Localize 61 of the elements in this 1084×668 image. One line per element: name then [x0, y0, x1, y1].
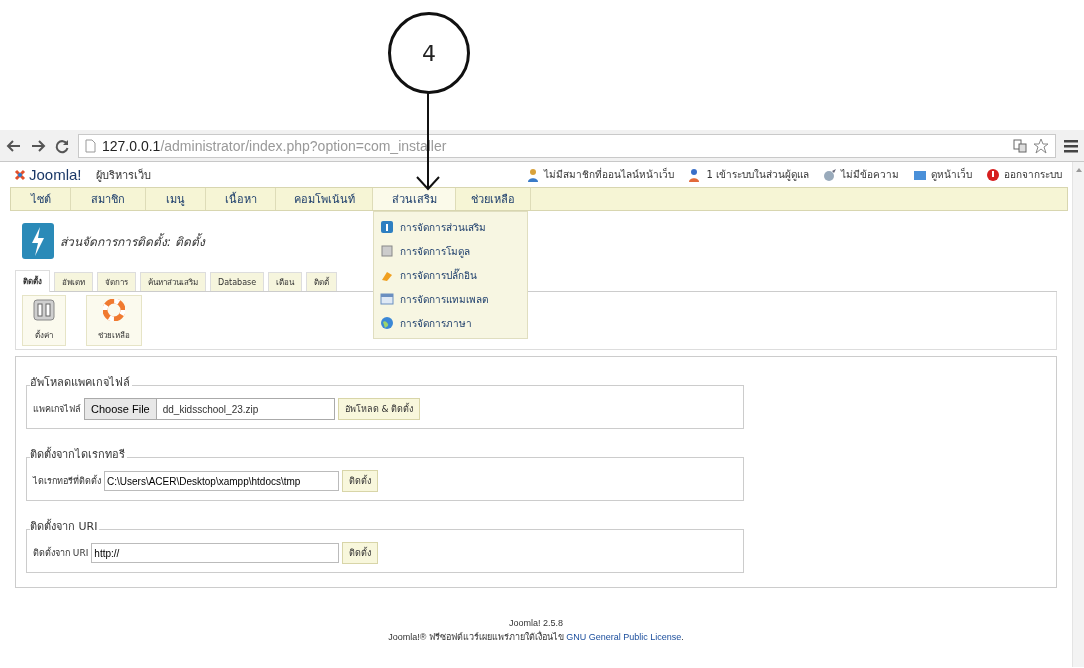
file-field[interactable]: Choose File dd_kidsschool_23.zip	[84, 398, 335, 420]
toolbar-button[interactable]: ช่วยเหลือ	[86, 295, 142, 346]
star-icon[interactable]	[1033, 137, 1049, 154]
options-icon	[33, 299, 55, 321]
menu-item[interactable]: ช่วยเหลือ	[456, 188, 531, 210]
tab[interactable]: อัพเดท	[54, 272, 93, 291]
menu-item[interactable]: เมนู	[146, 188, 206, 210]
menu-item[interactable]: สมาชิก	[71, 188, 146, 210]
status-text[interactable]: ออกจากระบบ	[1004, 167, 1062, 182]
choose-file-button[interactable]: Choose File	[85, 399, 157, 419]
site-title: ผู้บริหารเว็บ	[95, 167, 151, 184]
forward-icon[interactable]	[30, 137, 46, 154]
license-text: Joomla!® ฟรีซอฟต์แวร์เผยแพร่ภายใต้เงื่อนไข GNU General Public License.	[388, 630, 684, 644]
input-field[interactable]: C:\Users\ACER\Desktop\xampp\htdocs\tmp	[104, 471, 339, 491]
status-text: ไม่มีข้อความ	[841, 168, 899, 182]
field-label: ติดตั้งจาก URI	[33, 546, 89, 560]
tab[interactable]: Database	[210, 272, 265, 291]
menu-item[interactable]: เนื้อหา	[206, 188, 276, 210]
lifebuoy-icon	[103, 299, 125, 321]
back-icon[interactable]	[6, 137, 22, 154]
reload-icon[interactable]	[54, 137, 70, 154]
tab[interactable]: ติดตั้ง	[15, 270, 50, 292]
globe-icon	[380, 316, 394, 330]
field-label: แพคเกจไฟล์	[33, 403, 81, 416]
logout-icon[interactable]	[986, 167, 1000, 182]
page-icon	[85, 138, 96, 153]
field-label: ไดเรกทอรีที่ติดตั้ง	[33, 474, 101, 488]
page-title: ส่วนจัดการการติดตั้ง: ติดตั้ง	[60, 232, 205, 251]
dropdown-item[interactable]: การจัดการปลั๊กอิน	[400, 267, 477, 283]
translate-icon[interactable]	[1013, 138, 1027, 153]
tab[interactable]: จัดการ	[97, 272, 136, 291]
step-number: 4	[388, 12, 470, 94]
menu-icon[interactable]	[1064, 138, 1078, 153]
status-text: ไม่มีสมาชิกที่ออนไลน์หน้าเว็บ	[544, 167, 675, 182]
status-text: 1 เข้าระบบในส่วนผู้ดูแล	[706, 168, 809, 182]
menu-item[interactable]: ไซต์	[11, 188, 71, 210]
input-field[interactable]: http://	[91, 543, 340, 563]
dropdown-item[interactable]: การจัดการภาษา	[400, 315, 472, 331]
dropdown-item[interactable]: การจัดการโมดูล	[400, 243, 470, 259]
module-icon	[380, 244, 394, 258]
install-button[interactable]: ติดตั้ง	[342, 470, 378, 492]
tab[interactable]: ติดตั้	[306, 272, 338, 291]
install-button[interactable]: ติดตั้ง	[342, 542, 379, 564]
logo-text: Joomla!	[29, 166, 82, 183]
tab[interactable]: เตือน	[268, 272, 303, 291]
install-button[interactable]: อัพโหลด & ติดตั้ง	[337, 398, 421, 420]
tab[interactable]: ค้นหาส่วนเสริม	[140, 272, 206, 291]
version-text: Joomla! 2.5.8	[509, 618, 563, 628]
logo-icon	[14, 168, 26, 181]
menu-item[interactable]: ส่วนเสริม	[373, 188, 456, 210]
toolbar-button[interactable]: ตั้งค่า	[22, 295, 66, 346]
dropdown-item[interactable]: การจัดการแทมเพลต	[400, 291, 488, 307]
template-icon	[380, 292, 394, 306]
users-icon	[526, 167, 541, 182]
status-text[interactable]: ดูหน้าเว็บ	[931, 167, 972, 182]
scroll-up-icon[interactable]	[1075, 168, 1082, 172]
dropdown-item[interactable]: การจัดการส่วนเสริม	[400, 219, 486, 235]
scrollbar[interactable]	[1072, 162, 1084, 667]
message-icon[interactable]	[823, 167, 837, 182]
lightning-icon	[22, 223, 54, 259]
puzzle-icon	[380, 220, 394, 234]
